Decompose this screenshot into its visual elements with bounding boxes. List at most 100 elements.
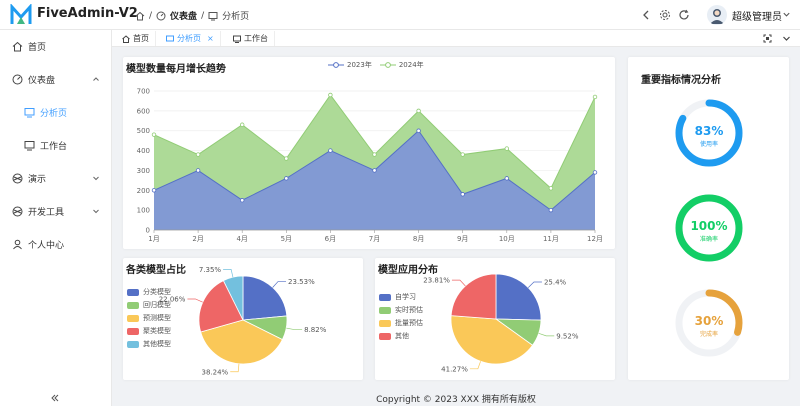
pie-label-line [528, 282, 542, 288]
point-2024年-9 [549, 187, 553, 191]
point-2024年-8 [505, 147, 509, 151]
pie-value-label: 9.52% [556, 332, 579, 340]
pie-value-label: 23.81% [423, 277, 450, 285]
gauge-value: 83% [695, 124, 724, 138]
gauge-icon [12, 74, 23, 85]
y-tick-label: 300 [137, 167, 150, 175]
y-tick-label: 500 [137, 127, 150, 135]
y-tick-label: 0 [146, 227, 150, 235]
pie-label-line [286, 328, 302, 329]
y-tick-label: 100 [137, 207, 150, 215]
top-header: FiveAdmin-V2 / 仪表盘 / 分析页 超级管理员 [0, 0, 800, 30]
chart-icon [166, 35, 174, 43]
pie-value-label: 7.35% [199, 266, 222, 274]
gauge-value: 30% [695, 314, 724, 328]
sidebar-item-label: 工作台 [40, 139, 67, 152]
tab-label: 工作台 [244, 33, 268, 44]
chart-icon [24, 107, 35, 118]
x-tick-label: 10月 [499, 235, 515, 243]
point-2023年-6 [417, 129, 421, 133]
chevron-down-icon[interactable] [782, 10, 791, 19]
point-2024年-2 [240, 123, 244, 127]
x-tick-label: 8月 [413, 235, 424, 243]
chevron-down-icon [92, 207, 100, 215]
user-name[interactable]: 超级管理员 [732, 8, 782, 23]
sidebar-item-demo[interactable]: 演示 [0, 165, 112, 191]
tab-analysis[interactable]: 分析页 × [160, 31, 221, 46]
point-2023年-10 [593, 171, 597, 175]
sidebar-item-label: 分析页 [40, 106, 67, 119]
tab-home[interactable]: 首页 [116, 31, 156, 46]
pie-slice-0 [496, 274, 541, 320]
home-icon [122, 35, 130, 43]
gear-icon[interactable] [659, 9, 671, 21]
pie-value-label: 25.4% [544, 278, 567, 286]
trend-area-chart: 01002003004005006007001月2月4月5月6月7月8月9月10… [123, 57, 615, 249]
sidebar-item-label: 仪表盘 [28, 73, 55, 86]
chart-icon [208, 11, 218, 21]
y-tick-label: 400 [137, 147, 150, 155]
point-2024年-7 [461, 153, 465, 157]
point-2024年-4 [329, 93, 333, 97]
monitor-icon [233, 35, 241, 43]
chevron-left-icon[interactable] [640, 9, 652, 21]
gauge-icon [156, 11, 166, 21]
pie-label-line [230, 364, 239, 372]
sidebar-item-analysis[interactable]: 分析页 [0, 99, 112, 125]
chevron-down-icon [92, 174, 100, 182]
tab-label: 分析页 [177, 33, 201, 44]
fullscreen-icon[interactable] [763, 34, 772, 43]
point-2023年-5 [373, 169, 377, 173]
sidebar-item-label: 首页 [28, 40, 46, 53]
breadcrumb-dashboard[interactable]: 仪表盘 [170, 9, 197, 22]
point-2024年-6 [417, 109, 421, 113]
breadcrumb: / 仪表盘 / 分析页 [135, 9, 249, 22]
sidebar-item-home[interactable]: 首页 [0, 33, 112, 59]
avatar-icon [707, 5, 727, 25]
tab-workbench[interactable]: 工作台 [227, 31, 275, 46]
breadcrumb-separator: / [201, 11, 204, 21]
point-2023年-4 [329, 149, 333, 153]
collapse-sidebar-icon[interactable] [50, 393, 60, 403]
logo-icon [10, 4, 32, 26]
gauge-group: 83%使用率100%准确率30%完成率 [628, 57, 789, 380]
pie-label-line [452, 280, 465, 286]
chevron-down-icon[interactable] [782, 34, 791, 43]
pie-value-label: 38.24% [202, 368, 229, 376]
sidebar-item-workbench[interactable]: 工作台 [0, 132, 112, 158]
app-distribution-pie: 25.4%9.52%41.27%23.81% [375, 258, 615, 380]
sidebar-item-devtools[interactable]: 开发工具 [0, 198, 112, 224]
point-2024年-1 [196, 153, 200, 157]
point-2023年-0 [152, 188, 156, 192]
x-tick-label: 12月 [587, 235, 603, 243]
sidebar-item-label: 演示 [28, 172, 46, 185]
point-2023年-7 [461, 192, 465, 196]
pie-label-line [273, 282, 286, 288]
refresh-icon[interactable] [678, 9, 690, 21]
pie-slice-3 [451, 274, 496, 319]
user-icon [12, 239, 23, 250]
sidebar-item-profile[interactable]: 个人中心 [0, 231, 112, 257]
model-share-pie: 23.53% 8.82% 38.24% 22.06% 7.35% [123, 258, 363, 380]
x-tick-label: 6月 [325, 235, 336, 243]
x-tick-label: 11月 [543, 235, 559, 243]
pie-value-label: 8.82% [304, 326, 327, 334]
model-share-card: 各类模型占比 分类模型回归模型预测模型聚类模型其他模型 23.53%8.82%3… [123, 258, 363, 380]
y-tick-label: 600 [137, 107, 150, 115]
pie-label-line [470, 361, 481, 369]
home-icon[interactable] [135, 11, 145, 21]
y-tick-label: 200 [137, 187, 150, 195]
x-tick-label: 5月 [281, 235, 292, 243]
x-tick-label: 9月 [457, 235, 468, 243]
close-icon[interactable]: × [207, 34, 214, 43]
footer-copyright: Copyright © 2023 XXX 拥有所有版权 [112, 392, 800, 405]
pie-value-label: 23.53% [288, 278, 315, 286]
x-tick-label: 2月 [192, 235, 203, 243]
sidebar-item-dashboard[interactable]: 仪表盘 [0, 66, 112, 92]
point-2024年-3 [285, 157, 289, 161]
pie-label-line [539, 333, 555, 336]
pie-value-label: 22.06% [159, 295, 186, 303]
x-tick-label: 1月 [148, 235, 159, 243]
gauge-label: 准确率 [700, 235, 718, 243]
avatar[interactable] [707, 5, 727, 25]
